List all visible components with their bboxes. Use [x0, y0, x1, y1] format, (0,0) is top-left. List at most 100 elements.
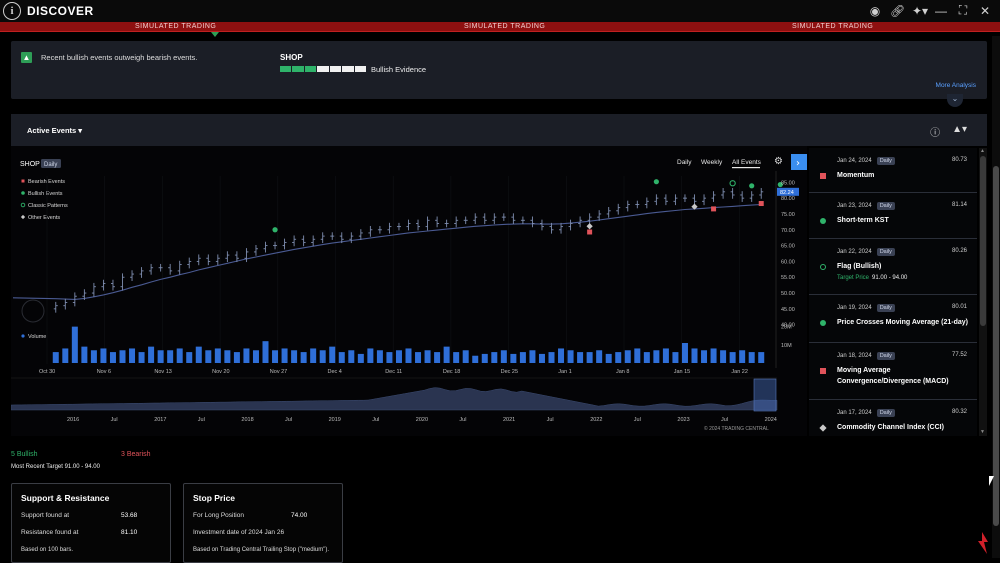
- volume-bar: [481, 353, 488, 363]
- volume-bar: [319, 350, 326, 363]
- volume-bar: [252, 350, 259, 363]
- ohlc-bar: [168, 263, 173, 275]
- classic-pattern-marker[interactable]: [729, 180, 736, 187]
- date-tick-label: Dec 18: [443, 369, 460, 375]
- ohlc-bar: [320, 232, 325, 244]
- volume-bar: [691, 348, 698, 363]
- evidence-meter: [280, 66, 366, 72]
- event-date: Jan 19, 2024 Daily: [837, 304, 895, 312]
- bullish-arrow-icon: ▲: [21, 52, 32, 63]
- info-icon[interactable]: ⓘ: [930, 124, 940, 139]
- price-tick-label: 40.00: [781, 323, 795, 329]
- more-analysis-link[interactable]: More Analysis: [936, 82, 976, 89]
- stop-price-title: Stop Price: [193, 493, 236, 503]
- close-icon[interactable]: ✕: [978, 4, 992, 18]
- volume-bar: [710, 348, 717, 363]
- settings-gear-icon[interactable]: ⚙: [774, 156, 783, 167]
- navigator-range-handle[interactable]: [753, 378, 777, 412]
- event-list-item[interactable]: Jan 18, 2024 Daily 77.52 Moving Average Con…: [809, 343, 977, 400]
- bullish-event-marker[interactable]: [749, 183, 755, 189]
- chart-copyright: © 2024 TRADING CENTRAL: [704, 425, 769, 432]
- bearish-event-marker[interactable]: [711, 206, 717, 212]
- last-price-value: 82.24: [780, 190, 794, 196]
- legend-marker: [21, 179, 25, 183]
- chart-tab-weekly[interactable]: Weekly: [701, 159, 723, 166]
- event-list-item[interactable]: Jan 23, 2024 Daily 81.14 Short-term KST: [809, 193, 977, 239]
- volume-bar: [300, 352, 307, 363]
- volume-bar: [157, 350, 164, 363]
- evidence-segment: [354, 66, 366, 72]
- volume-bar: [329, 346, 336, 363]
- event-date: Jan 22, 2024 Daily: [837, 248, 895, 256]
- link-icon[interactable]: 🔗︎: [890, 4, 905, 18]
- page-scroll-thumb[interactable]: [993, 166, 999, 526]
- event-interval-badge: Daily: [876, 248, 895, 256]
- volume-bar: [472, 355, 479, 363]
- date-tick-label: Jan 15: [674, 369, 691, 375]
- active-events-dropdown[interactable]: Active Events ▾: [27, 126, 82, 135]
- restore-icon[interactable]: ⛶: [956, 3, 970, 18]
- volume-bar: [577, 352, 584, 363]
- event-name: Flag (Bullish): [837, 263, 882, 270]
- event-list-item[interactable]: Jan 19, 2024 Daily 80.01 Price Crosses Movi…: [809, 295, 977, 343]
- event-list-item[interactable]: Jan 17, 2024 Daily 80.32 Commodity Channel …: [809, 400, 977, 436]
- chart-symbol: SHOP: [20, 161, 40, 168]
- event-list-item[interactable]: Jan 22, 2024 Daily 80.26 Flag (Bullish) Targ…: [809, 239, 977, 295]
- ohlc-bar: [387, 222, 392, 234]
- event-list-scrollbar[interactable]: ▲ ▼: [979, 148, 987, 436]
- volume-bar: [615, 352, 622, 363]
- date-tick-label: Dec 11: [385, 369, 402, 375]
- volume-bar: [681, 343, 688, 363]
- chart-type-icon[interactable]: ▲▾: [952, 124, 967, 139]
- ohlc-bar: [330, 232, 335, 240]
- ohlc-bar: [396, 222, 401, 231]
- info-circle-icon[interactable]: i: [3, 2, 21, 20]
- event-list-item[interactable]: Jan 24, 2024 Daily 80.73 Momentum: [809, 148, 977, 193]
- bearish-event-marker[interactable]: [758, 201, 764, 207]
- ohlc-bar: [492, 213, 497, 225]
- volume-bar: [338, 352, 345, 363]
- collapse-chevron-icon[interactable]: ⌄: [947, 94, 963, 107]
- search-person-icon[interactable]: ◉: [868, 4, 882, 18]
- events-panel-header: Active Events ▾ ⓘ ▲▾: [11, 114, 987, 146]
- summary-panel: ▲ Recent bullish events outweigh bearish…: [11, 41, 987, 99]
- resistance-label: Resistance found at: [21, 529, 79, 536]
- legend-label: Bullish Events: [28, 191, 63, 197]
- ohlc-bar: [559, 222, 564, 234]
- chart-tab-all-events[interactable]: All Events: [732, 159, 762, 166]
- other-event-marker[interactable]: [586, 223, 593, 230]
- chart-area: SHOP Daily Daily Weekly All Events ⚙ › Bea…: [10, 146, 807, 436]
- pin-icon[interactable]: ✦▾: [912, 4, 928, 18]
- event-date: Jan 24, 2024 Daily: [837, 157, 895, 165]
- ohlc-bar: [673, 194, 678, 206]
- minimize-icon[interactable]: —: [934, 4, 948, 18]
- navigator-tick-label: Jul: [721, 417, 728, 423]
- ohlc-bar: [301, 235, 306, 247]
- date-tick-label: Nov 20: [212, 369, 229, 375]
- bullish-event-marker[interactable]: [272, 227, 278, 233]
- long-position-value: 74.00: [291, 512, 308, 519]
- price-chart[interactable]: SHOP Daily Daily Weekly All Events ⚙ › Bea…: [10, 146, 807, 436]
- navigator-tick-label: 2024: [765, 417, 777, 423]
- volume-bar: [519, 352, 526, 363]
- scroll-up-icon[interactable]: ▲: [980, 148, 985, 154]
- bullish-event-marker[interactable]: [653, 179, 659, 185]
- chart-tab-daily[interactable]: Daily: [677, 159, 692, 166]
- ohlc-bar: [368, 225, 373, 237]
- scroll-down-icon[interactable]: ▼: [980, 429, 985, 435]
- bearish-event-marker[interactable]: [587, 229, 593, 235]
- volume-bar: [395, 350, 402, 363]
- ohlc-bar: [749, 191, 754, 202]
- mouse-cursor-icon: [989, 476, 994, 486]
- event-interval-badge: Daily: [876, 157, 895, 165]
- volume-bar: [634, 348, 641, 363]
- chevron-down-icon: ▾: [78, 126, 83, 135]
- bullish-count: 5 Bullish: [11, 451, 38, 458]
- ohlc-bar: [91, 282, 96, 297]
- interval-badge: Daily: [44, 162, 57, 168]
- volume-bar: [90, 350, 97, 363]
- ohlc-bar: [463, 216, 468, 225]
- event-list[interactable]: Jan 24, 2024 Daily 80.73 Momentum Jan 23, 20…: [809, 148, 977, 436]
- scroll-thumb[interactable]: [980, 156, 986, 326]
- bearish-marker-icon: [820, 173, 826, 179]
